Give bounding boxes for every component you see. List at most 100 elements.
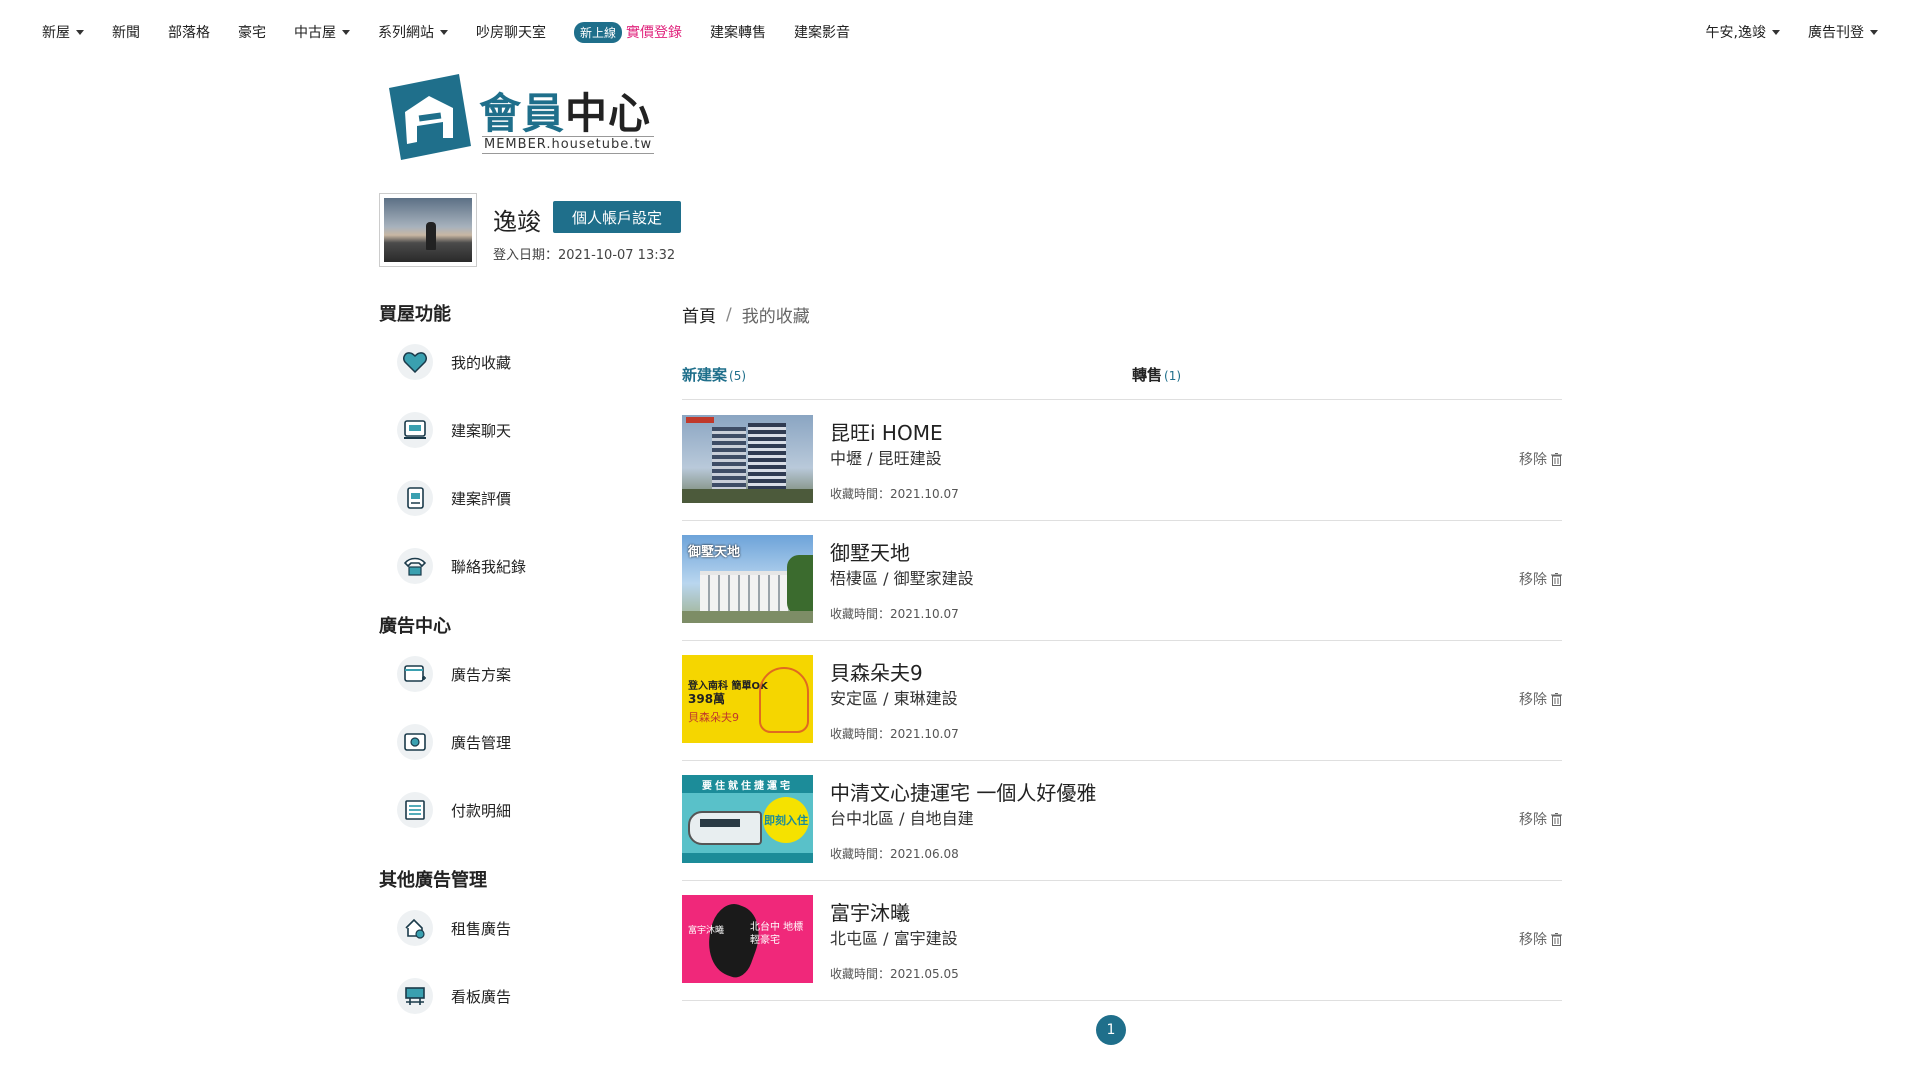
sidebar: 買屋功能 我的收藏 建案聊天 建案評價 聯絡我紀錄 廣告中心 廣告方案 廣告管理… [379, 300, 639, 1030]
sidebar-item-label: 付款明細 [451, 801, 512, 820]
nav-label: 吵房聊天室 [476, 25, 546, 41]
review-icon [397, 480, 433, 516]
chat-icon [397, 412, 433, 448]
account-settings-button[interactable]: 個人帳戶設定 [553, 201, 681, 233]
saved-time: 收藏時間：2021.10.07 [830, 487, 959, 501]
list-item[interactable]: 御墅天地 御墅天地 梧棲區 / 御墅家建設 收藏時間：2021.10.07 移除 [682, 521, 1562, 641]
saved-time: 收藏時間：2021.10.07 [830, 727, 959, 741]
sidebar-item-label: 建案評價 [451, 489, 512, 508]
nav-label: 豪宅 [238, 25, 266, 41]
remove-button[interactable]: 移除 [1519, 689, 1562, 709]
section-title-ad-center: 廣告中心 [379, 616, 451, 637]
tab-resale[interactable]: 轉售 (1) [1132, 364, 1181, 385]
nav-news[interactable]: 新聞 [112, 22, 140, 42]
nav-series-sites[interactable]: 系列網站 [378, 22, 448, 42]
new-badge: 新上線 [574, 21, 623, 43]
project-title[interactable]: 富宇沐曦 [830, 897, 910, 926]
list-item[interactable]: 登入南科 簡單OK 398萬 貝森朵夫9 貝森朵夫9 安定區 / 東琳建設 收藏… [682, 641, 1562, 761]
remove-label: 移除 [1519, 572, 1547, 588]
nav-blog[interactable]: 部落格 [168, 22, 210, 42]
ad-manage-icon [397, 724, 433, 760]
section-title-buy: 買屋功能 [379, 304, 451, 325]
thumb-tree [787, 555, 813, 615]
trash-icon [1551, 452, 1562, 466]
thumb-footer [682, 853, 813, 863]
nav-label: 部落格 [168, 25, 210, 41]
sidebar-item-label: 租售廣告 [451, 919, 512, 938]
sidebar-item-project-review[interactable]: 建案評價 [379, 464, 639, 532]
login-date: 登入日期：2021-10-07 13:32 [493, 248, 676, 263]
payment-icon [397, 792, 433, 828]
caret-down-icon [440, 29, 448, 35]
nav-label: 新聞 [112, 25, 140, 41]
favorites-tabs: 新建案 (5) 轉售 (1) [682, 362, 1562, 400]
project-location: 北屯區 / 富宇建設 [830, 929, 958, 948]
sidebar-item-rent-ads[interactable]: 租售廣告 [379, 894, 639, 962]
username: 逸竣 [493, 208, 541, 236]
avatar-image [384, 198, 472, 262]
nav-price-registry[interactable]: 新上線 實價登錄 [574, 21, 683, 43]
nav-project-video[interactable]: 建案影音 [794, 22, 850, 42]
nav-right-group: 午安,逸竣 廣告刊登 [1678, 22, 1878, 42]
avatar[interactable] [379, 193, 477, 267]
list-item[interactable]: 富宇沐曦 北台中 地標輕豪宅 富宇沐曦 北屯區 / 富宇建設 收藏時間：2021… [682, 881, 1562, 1001]
tab-count: (5) [729, 369, 747, 383]
nav-used-house[interactable]: 中古屋 [294, 22, 350, 42]
nav-left-group: 新屋 新聞 部落格 豪宅 中古屋 系列網站 吵房聊天室 新上線 實價登錄 建案轉售… [42, 21, 878, 43]
project-thumbnail[interactable] [682, 415, 813, 503]
member-center-logo[interactable]: 會員中心 MEMBER.housetube.tw [379, 68, 659, 166]
thumb-building [712, 427, 746, 497]
remove-button[interactable]: 移除 [1519, 449, 1562, 469]
remove-label: 移除 [1519, 452, 1547, 468]
sidebar-item-ad-plan[interactable]: 廣告方案 [379, 640, 639, 708]
tab-new-projects[interactable]: 新建案 (5) [682, 364, 746, 385]
saved-time: 收藏時間：2021.05.05 [830, 967, 959, 981]
sidebar-item-label: 看板廣告 [451, 987, 512, 1006]
nav-chatroom[interactable]: 吵房聊天室 [476, 22, 546, 42]
thumb-text: 即刻入住 [763, 797, 809, 843]
project-title[interactable]: 貝森朵夫9 [830, 657, 923, 686]
breadcrumb-separator: / [726, 304, 732, 325]
remove-button[interactable]: 移除 [1519, 929, 1562, 949]
nav-project-resale[interactable]: 建案轉售 [710, 22, 766, 42]
breadcrumb-home[interactable]: 首頁 [682, 302, 716, 327]
nav-new-house[interactable]: 新屋 [42, 22, 84, 42]
list-item[interactable]: 昆旺i HOME 中壢 / 昆旺建設 收藏時間：2021.10.07 移除 [682, 401, 1562, 521]
trash-icon [1551, 812, 1562, 826]
nav-label: 中古屋 [294, 25, 336, 41]
remove-label: 移除 [1519, 932, 1547, 948]
remove-button[interactable]: 移除 [1519, 809, 1562, 829]
nav-user-menu[interactable]: 午安,逸竣 [1706, 22, 1780, 42]
section-title-other-ads: 其他廣告管理 [379, 870, 487, 891]
billboard-icon [397, 978, 433, 1014]
heart-icon [397, 344, 433, 380]
logo-title-part2: 中心 [565, 89, 652, 138]
sidebar-item-project-chat[interactable]: 建案聊天 [379, 396, 639, 464]
remove-button[interactable]: 移除 [1519, 569, 1562, 589]
sidebar-item-favorites[interactable]: 我的收藏 [379, 328, 639, 396]
sidebar-item-payment[interactable]: 付款明細 [379, 776, 639, 844]
project-thumbnail[interactable]: 要住就住捷運宅 即刻入住 [682, 775, 813, 863]
sidebar-item-ad-manage[interactable]: 廣告管理 [379, 708, 639, 776]
logo-title-part1: 會員 [479, 89, 566, 138]
project-title[interactable]: 御墅天地 [830, 537, 910, 566]
project-title[interactable]: 中清文心捷運宅 一個人好優雅 [830, 777, 1096, 806]
list-item[interactable]: 要住就住捷運宅 即刻入住 中清文心捷運宅 一個人好優雅 台中北區 / 自地自建 … [682, 761, 1562, 881]
thumb-train [688, 811, 762, 845]
thumb-text: 富宇沐曦 [688, 926, 725, 936]
trash-icon [1551, 692, 1562, 706]
sidebar-item-billboard-ads[interactable]: 看板廣告 [379, 962, 639, 1030]
project-thumbnail[interactable]: 富宇沐曦 北台中 地標輕豪宅 [682, 895, 813, 983]
nav-advertise[interactable]: 廣告刊登 [1808, 22, 1878, 42]
tab-label: 新建案 [682, 366, 728, 384]
sidebar-item-contact-history[interactable]: 聯絡我紀錄 [379, 532, 639, 600]
pagination-page-1[interactable]: 1 [1096, 1015, 1126, 1045]
project-thumbnail[interactable]: 御墅天地 [682, 535, 813, 623]
thumb-label: 御墅天地 [688, 545, 741, 560]
sidebar-item-label: 聯絡我紀錄 [451, 557, 527, 576]
project-title[interactable]: 昆旺i HOME [830, 417, 943, 446]
nav-luxury[interactable]: 豪宅 [238, 22, 266, 42]
nav-label: 實價登錄 [626, 25, 683, 41]
project-thumbnail[interactable]: 登入南科 簡單OK 398萬 貝森朵夫9 [682, 655, 813, 743]
sidebar-item-label: 建案聊天 [451, 421, 512, 440]
